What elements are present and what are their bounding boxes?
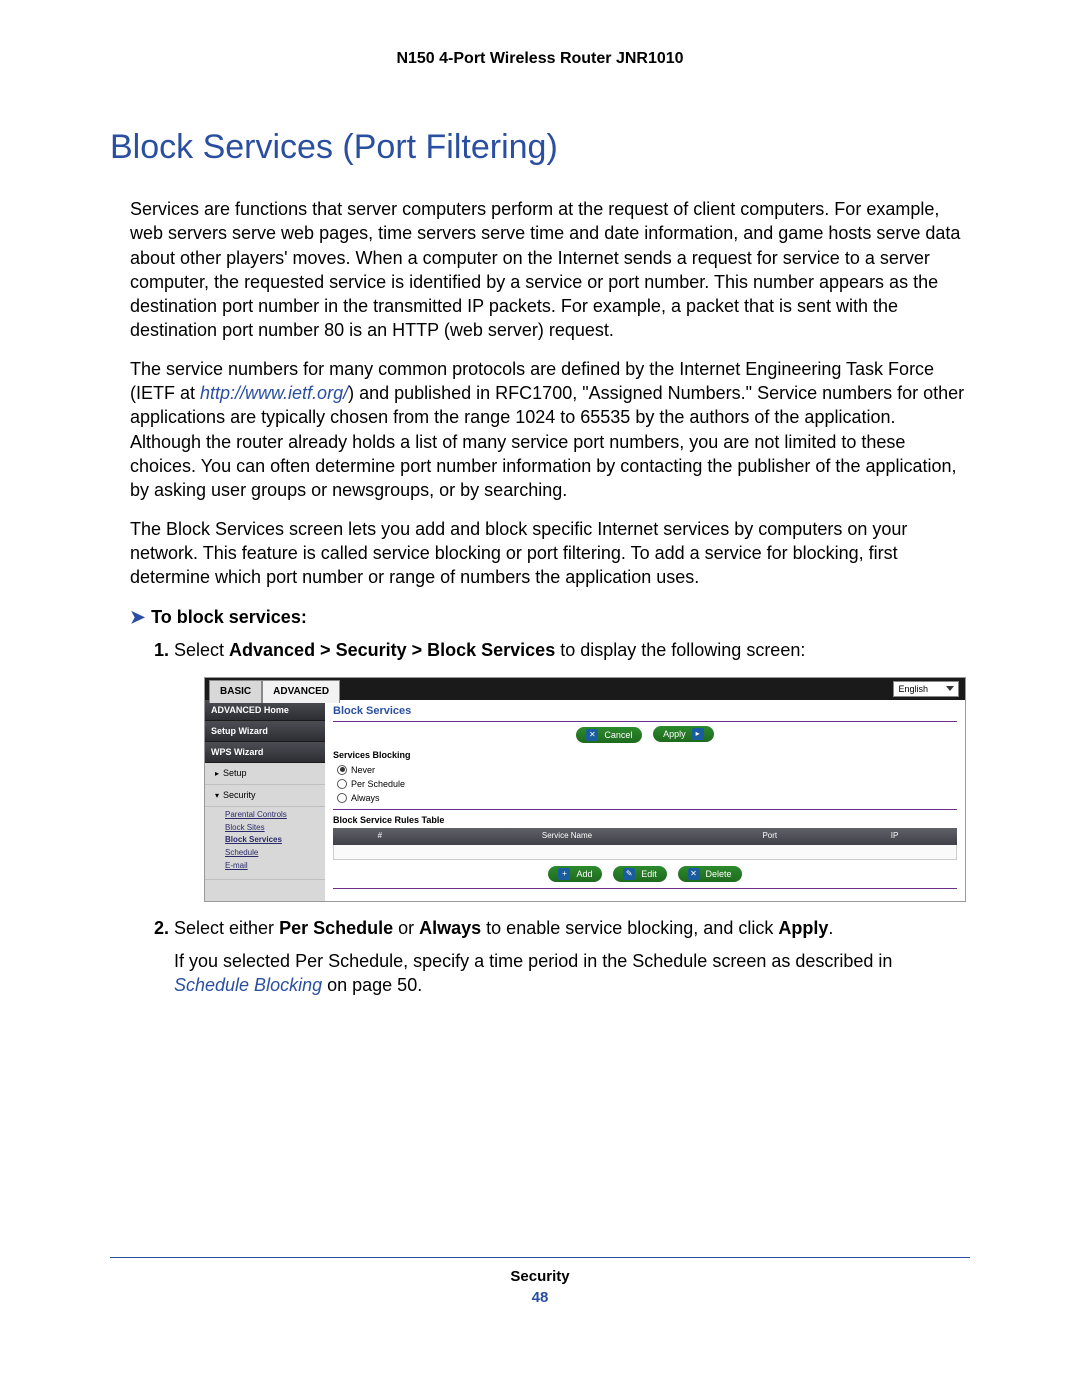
rules-table-row-empty bbox=[333, 845, 957, 860]
step1-menu-path: Advanced > Security > Block Services bbox=[229, 640, 555, 660]
edit-button-label: Edit bbox=[641, 868, 657, 880]
add-button[interactable]: + Add bbox=[548, 866, 602, 882]
edit-button[interactable]: ✎ Edit bbox=[613, 866, 667, 882]
services-blocking-label: Services Blocking bbox=[333, 749, 957, 761]
intro-paragraph-3: The Block Services screen lets you add a… bbox=[110, 517, 970, 590]
top-tab-bar: BASIC ADVANCED English bbox=[205, 678, 965, 700]
step2-note-b: on page 50. bbox=[322, 975, 422, 995]
services-blocking-section: Services Blocking Never Per Schedule Alw… bbox=[333, 749, 957, 811]
radio-always-label: Always bbox=[351, 792, 380, 804]
sidebar-item-parental-controls[interactable]: Parental Controls bbox=[225, 809, 325, 822]
sidebar-item-setup[interactable]: Setup bbox=[205, 763, 325, 785]
step2-opt-per-schedule: Per Schedule bbox=[279, 918, 393, 938]
radio-dot-icon bbox=[337, 765, 347, 775]
main-panel: Block Services ✕ Cancel Apply ▸ bbox=[325, 700, 965, 902]
th-service-name: Service Name bbox=[427, 831, 708, 842]
step2-text-e: . bbox=[828, 918, 833, 938]
chevron-down-icon bbox=[946, 686, 954, 691]
sidebar-item-wps-wizard[interactable]: WPS Wizard bbox=[205, 742, 325, 763]
page-title: Block Services (Port Filtering) bbox=[110, 128, 970, 167]
table-action-buttons: + Add ✎ Edit ✕ Delete bbox=[333, 866, 957, 882]
sidebar-item-advanced-home[interactable]: ADVANCED Home bbox=[205, 700, 325, 721]
step-1: Select Advanced > Security > Block Servi… bbox=[174, 638, 970, 902]
plus-icon: + bbox=[558, 868, 570, 880]
delete-button-label: Delete bbox=[706, 868, 732, 880]
schedule-blocking-link[interactable]: Schedule Blocking bbox=[174, 975, 322, 995]
arrow-right-icon: ▸ bbox=[692, 728, 704, 740]
pencil-icon: ✎ bbox=[623, 868, 635, 880]
step2-note-a: If you selected Per Schedule, specify a … bbox=[174, 951, 892, 971]
radio-dot-icon bbox=[337, 779, 347, 789]
radio-per-schedule-label: Per Schedule bbox=[351, 778, 405, 790]
tab-basic[interactable]: BASIC bbox=[209, 680, 262, 703]
sidebar-item-setup-wizard[interactable]: Setup Wizard bbox=[205, 721, 325, 742]
radio-always[interactable]: Always bbox=[333, 791, 957, 805]
radio-never[interactable]: Never bbox=[333, 763, 957, 777]
step-2: Select either Per Schedule or Always to … bbox=[174, 916, 970, 997]
sidebar-item-security[interactable]: Security bbox=[205, 785, 325, 807]
chevron-right-icon: ➤ bbox=[130, 607, 145, 628]
step2-text-mid: or bbox=[393, 918, 419, 938]
sidebar-nav: ADVANCED Home Setup Wizard WPS Wizard Se… bbox=[205, 700, 325, 902]
language-value: English bbox=[898, 682, 928, 696]
step2-apply: Apply bbox=[778, 918, 828, 938]
sidebar-item-schedule[interactable]: Schedule bbox=[225, 847, 325, 860]
footer-page-number: 48 bbox=[110, 1289, 970, 1306]
sidebar-item-email[interactable]: E-mail bbox=[225, 860, 325, 873]
document-page: N150 4-Port Wireless Router JNR1010 Bloc… bbox=[0, 0, 1080, 1346]
intro-paragraph-1: Services are functions that server compu… bbox=[110, 197, 970, 343]
rules-table-title: Block Service Rules Table bbox=[333, 814, 957, 826]
step1-text-a: Select bbox=[174, 640, 229, 660]
procedure-heading-text: To block services: bbox=[151, 607, 307, 627]
rules-table-header: # Service Name Port IP bbox=[333, 828, 957, 845]
tab-advanced[interactable]: ADVANCED bbox=[262, 680, 340, 703]
step1-text-c: to display the following screen: bbox=[555, 640, 805, 660]
sidebar-security-submenu: Parental Controls Block Sites Block Serv… bbox=[205, 807, 325, 880]
panel-title: Block Services bbox=[333, 704, 957, 722]
th-port: Port bbox=[707, 831, 832, 842]
cancel-button[interactable]: ✕ Cancel bbox=[576, 727, 642, 743]
ietf-link[interactable]: http://www.ietf.org/ bbox=[200, 383, 348, 403]
panel-action-buttons: ✕ Cancel Apply ▸ bbox=[333, 726, 957, 743]
th-ip: IP bbox=[832, 831, 957, 842]
add-button-label: Add bbox=[576, 868, 592, 880]
close-icon: ✕ bbox=[586, 729, 598, 741]
step2-text-a: Select either bbox=[174, 918, 279, 938]
apply-button-label: Apply bbox=[663, 728, 686, 740]
router-ui-screenshot: BASIC ADVANCED English ADVANCED Home Set… bbox=[204, 677, 966, 903]
step2-text-c: to enable service blocking, and click bbox=[481, 918, 778, 938]
document-header: N150 4-Port Wireless Router JNR1010 bbox=[110, 50, 970, 68]
procedure-steps: Select Advanced > Security > Block Servi… bbox=[110, 638, 970, 997]
sidebar-item-block-services[interactable]: Block Services bbox=[225, 834, 325, 847]
radio-per-schedule[interactable]: Per Schedule bbox=[333, 777, 957, 791]
delete-button[interactable]: ✕ Delete bbox=[678, 866, 742, 882]
footer-rule bbox=[110, 1257, 970, 1258]
page-footer: Security 48 bbox=[110, 1268, 970, 1306]
close-icon: ✕ bbox=[688, 868, 700, 880]
radio-never-label: Never bbox=[351, 764, 375, 776]
procedure-heading: ➤ To block services: bbox=[110, 607, 970, 628]
apply-button[interactable]: Apply ▸ bbox=[653, 726, 714, 742]
step2-opt-always: Always bbox=[419, 918, 481, 938]
sidebar-item-block-sites[interactable]: Block Sites bbox=[225, 822, 325, 835]
intro-paragraph-2: The service numbers for many common prot… bbox=[110, 357, 970, 503]
th-number: # bbox=[333, 831, 427, 842]
cancel-button-label: Cancel bbox=[604, 729, 632, 741]
language-dropdown[interactable]: English bbox=[893, 681, 959, 697]
radio-dot-icon bbox=[337, 793, 347, 803]
footer-chapter: Security bbox=[110, 1268, 970, 1285]
